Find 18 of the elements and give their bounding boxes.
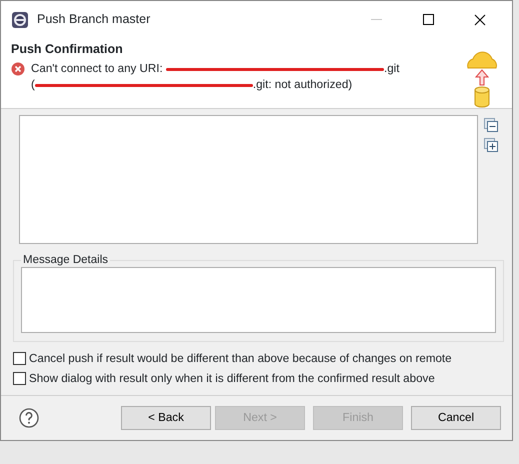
- error-icon: [11, 62, 25, 76]
- minimize-icon: [370, 18, 382, 21]
- wizard-button[interactable]: < Back: [121, 406, 211, 430]
- checkbox-label: Show dialog with result only when it is different from the confirmed result above: [29, 370, 435, 387]
- expand-all-icon[interactable]: [484, 138, 498, 152]
- app-icon: [11, 10, 29, 29]
- group-label: Message Details: [22, 253, 110, 268]
- error-message: Can't connect to any URI: .git ( .git: not authorized): [31, 61, 400, 94]
- close-icon: [474, 14, 486, 26]
- checkbox[interactable]: [13, 372, 26, 385]
- help-icon[interactable]: [19, 408, 39, 428]
- maximize-icon: [422, 14, 434, 26]
- checkbox[interactable]: [13, 352, 26, 365]
- window-title: Push Branch master: [37, 11, 152, 28]
- page-title: Push Confirmation: [11, 42, 124, 58]
- checkbox-label: Cancel push if result would be different than above because of changes on remote: [29, 350, 452, 367]
- wizard-button[interactable]: Cancel: [411, 406, 501, 430]
- collapse-all-icon[interactable]: [484, 118, 498, 132]
